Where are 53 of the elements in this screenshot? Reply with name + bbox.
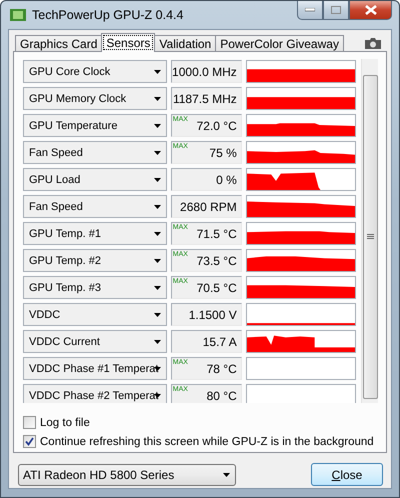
caret-icon (223, 472, 230, 476)
sensor-value: 15.7 A (170, 330, 242, 353)
sensor-value: 1187.5 MHz (170, 87, 242, 110)
caret-icon (154, 286, 161, 290)
sensor-dropdown[interactable]: VDDC Phase #1 Temperat (23, 357, 167, 380)
app-icon (10, 8, 26, 22)
caret-icon (154, 70, 161, 74)
window-title: TechPowerUp GPU-Z 0.4.4 (32, 8, 184, 22)
sensor-dropdown[interactable]: VDDC Phase #2 Temperat (23, 384, 167, 403)
caret-icon (154, 205, 161, 209)
close-dialog-button[interactable]: Close (311, 463, 383, 486)
sensor-value: 2680 RPM (170, 195, 242, 218)
check-icon (25, 437, 34, 446)
caret-icon (154, 232, 161, 236)
close-button[interactable] (349, 1, 392, 20)
caret-icon (154, 313, 161, 317)
grip-icon (366, 234, 374, 240)
caret-icon (154, 151, 161, 155)
sensor-dropdown[interactable]: VDDC Current (23, 330, 167, 353)
tab[interactable]: Validation (154, 35, 216, 52)
checkbox-label: Log to file (40, 416, 90, 428)
camera-icon[interactable] (365, 38, 381, 49)
checkbox[interactable] (23, 435, 36, 448)
caret-icon (154, 97, 161, 101)
tab[interactable]: Graphics Card (15, 35, 102, 52)
sensor-dropdown[interactable]: GPU Temp. #3 (23, 276, 167, 299)
sensor-dropdown[interactable]: GPU Temp. #1 (23, 222, 167, 245)
caret-icon (154, 178, 161, 182)
scrollbar[interactable] (361, 59, 378, 403)
checkbox[interactable] (23, 416, 36, 429)
maximize-button[interactable] (323, 1, 349, 20)
graphics-card-dropdown[interactable]: ATI Radeon HD 5800 Series (18, 464, 236, 486)
sensor-dropdown[interactable]: Fan Speed (23, 141, 167, 164)
sensor-dropdown[interactable]: GPU Temp. #2 (23, 249, 167, 272)
tab[interactable]: PowerColor Giveaway (215, 35, 344, 52)
sensor-value: 1.1500 V (170, 303, 242, 326)
close-icon (364, 5, 376, 15)
caret-icon (154, 340, 161, 344)
sensor-dropdown[interactable]: VDDC (23, 303, 167, 326)
sensor-value: 1000.0 MHz (170, 60, 242, 83)
sensor-dropdown[interactable]: GPU Load (23, 168, 167, 191)
caret-icon (154, 259, 161, 263)
minimize-icon (305, 8, 315, 12)
tab[interactable]: Sensors (101, 33, 156, 52)
sensor-value: 0 % (170, 168, 242, 191)
sensor-dropdown[interactable]: GPU Core Clock (23, 60, 167, 83)
checkbox-label: Continue refreshing this screen while GPU-Z is in the background (40, 436, 374, 448)
sensor-dropdown[interactable]: Fan Speed (23, 195, 167, 218)
sensor-dropdown[interactable]: GPU Temperature (23, 114, 167, 137)
sensor-dropdown[interactable]: GPU Memory Clock (23, 87, 167, 110)
minimize-button[interactable] (297, 1, 323, 20)
maximize-icon (331, 6, 341, 14)
caret-icon (154, 124, 161, 128)
